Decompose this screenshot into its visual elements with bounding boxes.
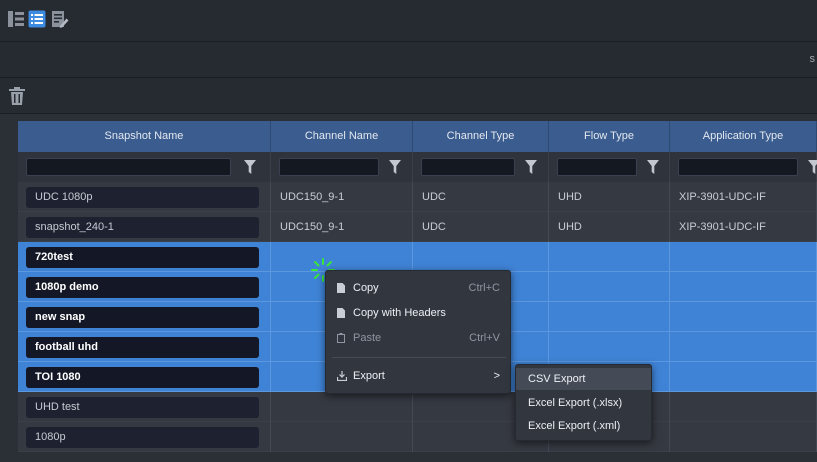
channel-type-cell — [413, 242, 549, 272]
application-type-cell — [670, 362, 817, 392]
column-header-channel-name[interactable]: Channel Name — [271, 121, 413, 152]
trash-icon[interactable] — [9, 87, 25, 105]
filter-cell — [413, 152, 549, 182]
menu-item-export[interactable]: Export > — [326, 365, 512, 387]
filter-icon[interactable] — [244, 160, 256, 174]
flow-type-cell — [549, 242, 670, 272]
filter-cell — [549, 152, 670, 182]
menu-item-csv-export[interactable]: CSV Export — [516, 368, 651, 390]
paste-icon — [337, 333, 345, 343]
snapshot-name[interactable]: football uhd — [26, 337, 259, 358]
flow-type-cell: UHD — [549, 212, 670, 242]
snapshot-name[interactable]: UDC 1080p — [26, 187, 259, 208]
column-header-application-type[interactable]: Application Type — [670, 121, 817, 152]
snapshot-name[interactable]: 1080p demo — [26, 277, 259, 298]
menu-item-copy[interactable]: Copy Ctrl+C — [326, 277, 512, 299]
application-type-cell — [670, 242, 817, 272]
table-row[interactable]: UHD test — [18, 392, 817, 422]
menu-item-shortcut: Ctrl+V — [469, 332, 500, 344]
filter-icon[interactable] — [647, 160, 659, 174]
application-type-cell: XIP-3901-UDC-IF — [670, 182, 817, 212]
table-row[interactable]: 1080p — [18, 422, 817, 452]
snapshot-name-cell: UDC 1080p — [18, 182, 271, 212]
channel-type-cell: UDC — [413, 212, 549, 242]
snapshot-name[interactable]: TOI 1080 — [26, 367, 259, 388]
flow-type-cell — [549, 272, 670, 302]
menu-item-label: Copy — [353, 282, 379, 294]
application-type-cell — [670, 302, 817, 332]
copy-icon — [337, 308, 345, 318]
application-type-filter-input[interactable] — [678, 158, 798, 176]
view-toolbar — [0, 0, 817, 42]
flow-type-cell — [549, 332, 670, 362]
channel-name-filter-input[interactable] — [279, 158, 379, 176]
snapshot-name[interactable]: 720test — [26, 247, 259, 268]
snapshot-name-cell: snapshot_240-1 — [18, 212, 271, 242]
snapshot-name[interactable]: 1080p — [26, 427, 259, 448]
application-type-cell — [670, 272, 817, 302]
channel-name-cell — [271, 422, 413, 452]
snapshot-name-cell: 1080p — [18, 422, 271, 452]
snapshot-name[interactable]: snapshot_240-1 — [26, 217, 259, 238]
edit-list-icon[interactable] — [51, 10, 69, 28]
menu-item-paste[interactable]: Paste Ctrl+V — [326, 327, 512, 349]
column-header-channel-type[interactable]: Channel Type — [413, 121, 549, 152]
snapshot-name[interactable]: new snap — [26, 307, 259, 328]
menu-item-copy-with-headers[interactable]: Copy with Headers — [326, 302, 512, 324]
application-type-cell: XIP-3901-UDC-IF — [670, 212, 817, 242]
channel-type-filter-input[interactable] — [421, 158, 515, 176]
list-view-icon[interactable] — [28, 10, 46, 28]
action-toolbar — [0, 78, 817, 114]
channel-name-cell: UDC150_9-1 — [271, 212, 413, 242]
menu-separator — [332, 357, 506, 358]
snapshot-name[interactable]: UHD test — [26, 397, 259, 418]
filter-cell — [271, 152, 413, 182]
menu-item-label: Copy with Headers — [353, 307, 446, 319]
channel-type-cell: UDC — [413, 182, 549, 212]
channel-name-cell: UDC150_9-1 — [271, 182, 413, 212]
filter-cell — [670, 152, 817, 182]
menu-item-shortcut: Ctrl+C — [468, 282, 500, 294]
snapshot-name-cell: 1080p demo — [18, 272, 271, 302]
export-submenu: CSV Export Excel Export (.xlsx) Excel Ex… — [515, 364, 652, 441]
snapshot-name-cell: UHD test — [18, 392, 271, 422]
flow-type-filter-input[interactable] — [557, 158, 637, 176]
truncated-label: s — [809, 53, 816, 65]
application-type-cell — [670, 332, 817, 362]
menu-item-label: Paste — [353, 332, 382, 344]
application-type-cell — [670, 392, 817, 422]
table-row[interactable]: snapshot_240-1 UDC150_9-1 UDC UHD XIP-39… — [18, 212, 817, 242]
table-row[interactable]: 720test — [18, 242, 817, 272]
column-header-snapshot-name[interactable]: Snapshot Name — [18, 121, 271, 152]
list-detail-icon[interactable] — [7, 10, 25, 28]
snapshot-name-cell: football uhd — [18, 332, 271, 362]
application-type-cell — [670, 422, 817, 452]
submenu-arrow-icon: > — [493, 370, 500, 382]
filter-icon[interactable] — [525, 160, 537, 174]
secondary-toolbar: s — [0, 42, 817, 78]
channel-name-cell — [271, 242, 413, 272]
copy-icon — [337, 283, 345, 293]
snapshot-name-cell: TOI 1080 — [18, 362, 271, 392]
context-menu: Copy Ctrl+C Copy with Headers Paste Ctrl… — [325, 270, 511, 394]
table-row[interactable]: UDC 1080p UDC150_9-1 UDC UHD XIP-3901-UD… — [18, 182, 817, 212]
filter-icon[interactable] — [389, 160, 401, 174]
channel-name-cell — [271, 392, 413, 422]
flow-type-cell — [549, 302, 670, 332]
filter-cell — [18, 152, 271, 182]
snapshot-name-cell: new snap — [18, 302, 271, 332]
menu-item-label: Export — [353, 370, 385, 382]
menu-item-excel-export-xml[interactable]: Excel Export (.xml) — [516, 415, 651, 437]
flow-type-cell: UHD — [549, 182, 670, 212]
menu-item-excel-export-xlsx[interactable]: Excel Export (.xlsx) — [516, 392, 651, 414]
filter-icon[interactable] — [808, 160, 817, 174]
snapshot-name-cell: 720test — [18, 242, 271, 272]
column-header-flow-type[interactable]: Flow Type — [549, 121, 670, 152]
snapshot-name-filter-input[interactable] — [26, 158, 231, 176]
export-icon — [337, 371, 347, 381]
